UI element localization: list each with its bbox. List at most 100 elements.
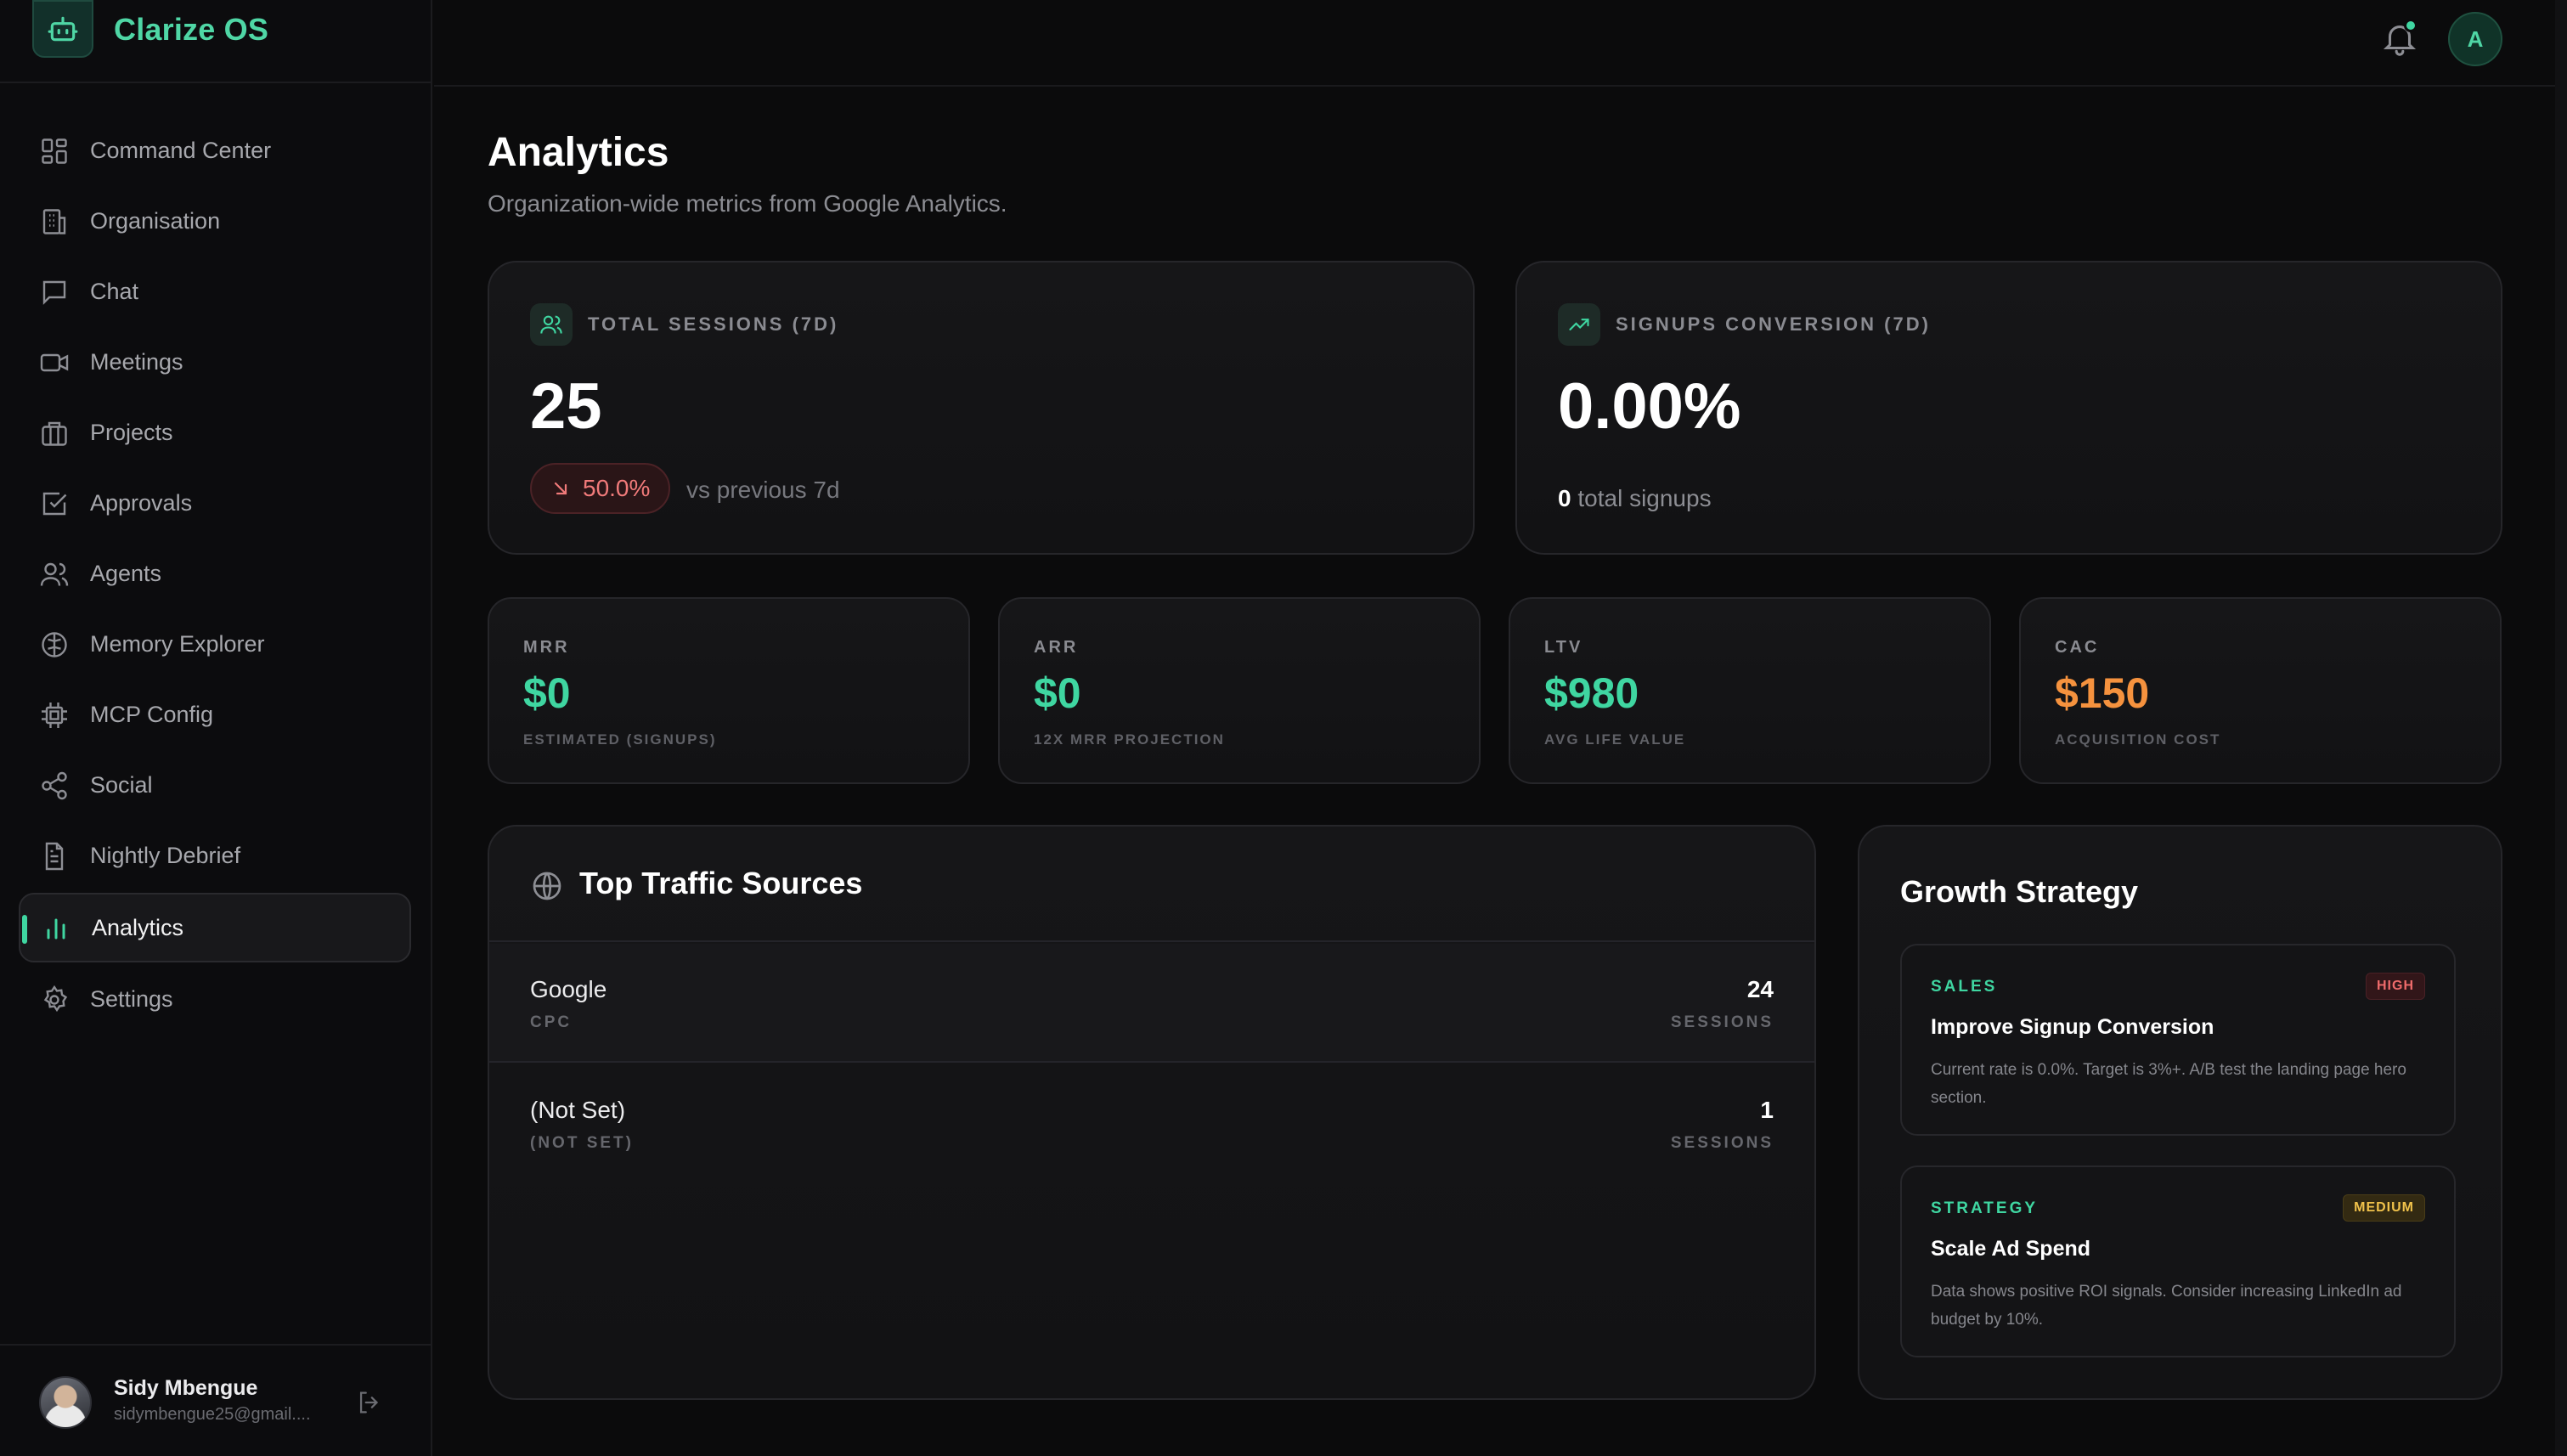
robot-logo-icon[interactable]	[32, 0, 93, 58]
users-icon	[40, 562, 69, 586]
sidebar-item-analytics[interactable]: Analytics	[19, 893, 411, 962]
signups-suffix: total signups	[1577, 485, 1712, 511]
session-count: 1	[1760, 1097, 1774, 1123]
sidebar-item-projects[interactable]: Projects	[19, 398, 411, 468]
session-unit: SESSIONS	[1670, 1134, 1774, 1152]
sidebar-item-label: Memory Explorer	[90, 631, 265, 657]
sidebar-item-label: Projects	[90, 420, 173, 445]
user-name: Sidy Mbengue	[114, 1376, 258, 1400]
strategy-item[interactable]: STRATEGY MEDIUM Scale Ad Spend Data show…	[1900, 1165, 2456, 1357]
sidebar-item-label: Organisation	[90, 208, 221, 234]
total-signups: 0 total signups	[1558, 485, 1712, 512]
arr-card: ARR $0 12X MRR PROJECTION	[998, 597, 1481, 784]
sidebar-item-label: MCP Config	[90, 702, 214, 727]
panel-header: Top Traffic Sources	[489, 827, 1814, 942]
source-medium: (NOT SET)	[530, 1134, 634, 1152]
metric-caption: ESTIMATED (SIGNUPS)	[523, 731, 717, 748]
sidebar-item-agents[interactable]: Agents	[19, 539, 411, 609]
change-context: vs previous 7d	[686, 477, 840, 503]
sidebar-item-chat[interactable]: Chat	[19, 257, 411, 327]
metric-value: $150	[2055, 669, 2150, 717]
brand-name[interactable]: Clarize OS	[114, 12, 268, 48]
chat-bubble-icon	[42, 280, 66, 305]
session-unit: SESSIONS	[1670, 1013, 1774, 1031]
kpi-value: 25	[530, 370, 602, 443]
sidebar: Clarize OS Command Center Organisation C…	[0, 0, 432, 1456]
change-value: 50.0%	[583, 475, 651, 501]
kpi-label: SIGNUPS CONVERSION (7D)	[1616, 313, 1931, 335]
traffic-sources-panel: Top Traffic Sources Google CPC 24 SESSIO…	[488, 825, 1816, 1400]
strategy-title: Scale Ad Spend	[1931, 1237, 2091, 1261]
signups-count: 0	[1558, 485, 1571, 511]
video-camera-icon	[40, 353, 69, 371]
kpi-label: TOTAL SESSIONS (7D)	[588, 313, 839, 335]
metric-label: CAC	[2055, 638, 2100, 657]
metric-value: $0	[523, 669, 571, 717]
sidebar-nav: Command Center Organisation Chat Meeting…	[19, 116, 411, 1035]
avatar[interactable]	[39, 1376, 92, 1429]
metric-label: LTV	[1544, 638, 1583, 657]
priority-badge: MEDIUM	[2343, 1194, 2425, 1222]
page-title: Analytics	[488, 130, 669, 175]
globe-icon	[533, 872, 561, 900]
strategy-title: Improve Signup Conversion	[1931, 1015, 2214, 1039]
growth-strategy-panel: Growth Strategy SALES HIGH Improve Signu…	[1858, 825, 2502, 1400]
cac-card: CAC $150 ACQUISITION COST	[2019, 597, 2502, 784]
brain-icon	[42, 631, 67, 657]
sidebar-item-mcp-config[interactable]: MCP Config	[19, 680, 411, 750]
strategy-category: SALES	[1931, 978, 1998, 996]
table-row[interactable]: (Not Set) (NOT SET) 1 SESSIONS	[489, 1064, 1814, 1183]
sidebar-item-meetings[interactable]: Meetings	[19, 327, 411, 398]
strategy-description: Data shows positive ROI signals. Conside…	[1931, 1283, 2402, 1329]
sidebar-item-label: Analytics	[92, 914, 184, 940]
metric-label: MRR	[523, 638, 570, 657]
panel-title: Top Traffic Sources	[579, 866, 863, 900]
notification-dot	[2404, 19, 2417, 32]
sidebar-item-memory-explorer[interactable]: Memory Explorer	[19, 609, 411, 680]
trending-up-icon	[1558, 303, 1600, 346]
logout-icon[interactable]	[355, 1388, 384, 1417]
table-row[interactable]: Google CPC 24 SESSIONS	[489, 944, 1814, 1063]
metric-value: $0	[1034, 669, 1081, 717]
ltv-card: LTV $980 AVG LIFE VALUE	[1509, 597, 1991, 784]
sidebar-item-label: Nightly Debrief	[90, 843, 241, 868]
document-icon	[45, 842, 64, 870]
sidebar-item-nightly-debrief[interactable]: Nightly Debrief	[19, 821, 411, 891]
sidebar-item-social[interactable]: Social	[19, 750, 411, 821]
sidebar-item-label: Agents	[90, 561, 162, 586]
priority-badge: HIGH	[2366, 973, 2425, 1000]
sidebar-item-command-center[interactable]: Command Center	[19, 116, 411, 186]
sidebar-item-organisation[interactable]: Organisation	[19, 186, 411, 257]
sidebar-item-label: Approvals	[90, 490, 193, 516]
metric-value: $980	[1544, 669, 1639, 717]
page-subtitle: Organization-wide metrics from Google An…	[488, 190, 1007, 217]
metric-caption: ACQUISITION COST	[2055, 731, 2221, 748]
sidebar-item-label: Social	[90, 772, 153, 798]
strategy-item[interactable]: SALES HIGH Improve Signup Conversion Cur…	[1900, 944, 2456, 1136]
building-icon	[42, 208, 66, 234]
scrollbar[interactable]	[2555, 0, 2567, 1456]
strategy-category: STRATEGY	[1931, 1199, 2039, 1217]
sidebar-item-settings[interactable]: Settings	[19, 964, 411, 1035]
panel-title: Growth Strategy	[1900, 874, 2139, 909]
metric-caption: AVG LIFE VALUE	[1544, 731, 1686, 748]
avatar[interactable]: A	[2448, 12, 2502, 66]
sidebar-item-approvals[interactable]: Approvals	[19, 468, 411, 539]
sidebar-item-label: Chat	[90, 279, 139, 304]
chip-icon	[42, 702, 67, 728]
grid-icon	[42, 138, 67, 164]
gear-icon	[43, 985, 68, 1012]
user-profile: Sidy Mbengue sidymbengue25@gmail....	[0, 1344, 432, 1456]
source-medium: CPC	[530, 1013, 573, 1031]
user-email: sidymbengue25@gmail....	[114, 1405, 311, 1424]
signups-conversion-card: SIGNUPS CONVERSION (7D) 0.00% 0 total si…	[1515, 261, 2502, 555]
brand-header: Clarize OS	[0, 0, 432, 83]
strategy-description: Current rate is 0.0%. Target is 3%+. A/B…	[1931, 1061, 2406, 1107]
mrr-card: MRR $0 ESTIMATED (SIGNUPS)	[488, 597, 970, 784]
sidebar-item-label: Command Center	[90, 138, 272, 163]
source-name: Google	[530, 976, 607, 1002]
metric-caption: 12X MRR PROJECTION	[1034, 731, 1225, 748]
checkbox-icon	[42, 492, 67, 515]
metric-label: ARR	[1034, 638, 1079, 657]
share-icon	[42, 771, 67, 799]
